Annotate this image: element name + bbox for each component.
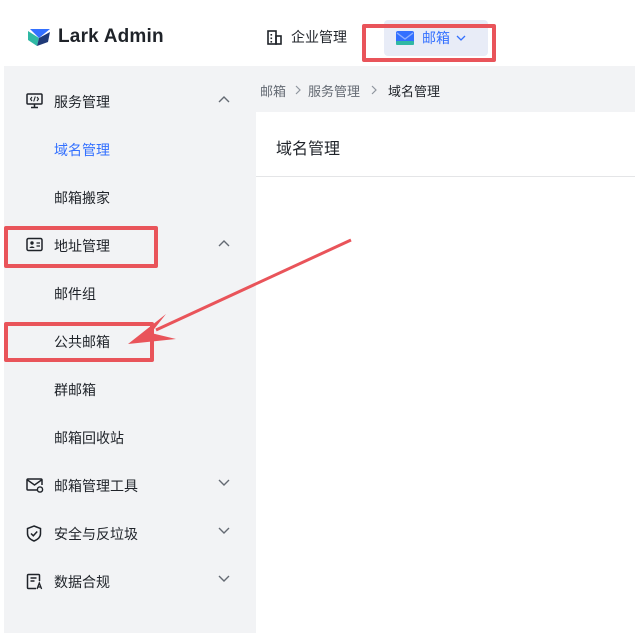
shield-check-icon	[26, 525, 42, 542]
sidebar-item-mail-migration[interactable]: 邮箱搬家	[4, 174, 256, 222]
sidebar-item-label: 域名管理	[54, 143, 110, 159]
brand-name: Lark Admin	[58, 26, 164, 47]
sidebar-item-label: 邮箱回收站	[54, 431, 124, 447]
nav-mail[interactable]: 邮箱	[384, 20, 488, 56]
sidebar-item-label: 公共邮箱	[54, 335, 110, 351]
chevron-down-icon	[218, 575, 230, 582]
sidebar-group-label: 服务管理	[54, 95, 110, 111]
chevron-down-icon	[218, 479, 230, 486]
monitor-code-icon	[26, 93, 43, 109]
chevron-down-icon	[456, 35, 466, 41]
breadcrumb-current-page: 域名管理	[388, 85, 441, 100]
data-doc-icon	[26, 573, 43, 590]
breadcrumb: 邮箱 服务管理 域名管理	[256, 66, 635, 112]
nav-enterprise-label: 企业管理	[291, 30, 347, 46]
page-title: 域名管理	[276, 139, 341, 158]
chevron-right-icon	[371, 85, 377, 95]
chevron-up-icon	[218, 240, 230, 247]
chevron-right-icon	[295, 85, 301, 95]
lark-logo-icon	[28, 29, 50, 46]
building-icon	[267, 29, 282, 45]
sidebar-group-mail-tools[interactable]: 邮箱管理工具	[4, 462, 256, 510]
nav-enterprise-management[interactable]: 企业管理	[266, 27, 347, 47]
sidebar-item-domain-management[interactable]: 域名管理	[4, 126, 256, 174]
sidebar-group-security-antispam[interactable]: 安全与反垃圾	[4, 510, 256, 558]
mail-settings-icon	[26, 478, 44, 493]
sidebar: 服务管理 域名管理 邮箱搬家 地址管理 邮件组 公共邮箱 群邮箱 邮箱回收站 邮…	[4, 66, 256, 633]
sidebar-item-label: 邮件组	[54, 287, 96, 303]
brand-logo[interactable]: Lark Admin	[26, 26, 164, 48]
sidebar-item-label: 群邮箱	[54, 383, 96, 399]
breadcrumb-service-management[interactable]: 服务管理	[308, 81, 360, 100]
sidebar-item-mailbox-recycle-bin[interactable]: 邮箱回收站	[4, 414, 256, 462]
sidebar-group-label: 邮箱管理工具	[54, 479, 138, 495]
contact-card-icon	[26, 237, 43, 252]
sidebar-item-label: 邮箱搬家	[54, 191, 110, 207]
chevron-down-icon	[218, 527, 230, 534]
top-bar: Lark Admin 企业管理 邮箱	[0, 0, 635, 66]
sidebar-group-address-management[interactable]: 地址管理	[4, 222, 256, 270]
sidebar-group-label: 安全与反垃圾	[54, 527, 138, 543]
title-divider	[256, 176, 635, 177]
sidebar-group-label: 地址管理	[54, 239, 110, 255]
sidebar-group-data-compliance[interactable]: 数据合规	[4, 558, 256, 606]
main-content: 域名管理	[256, 112, 635, 633]
sidebar-group-label: 数据合规	[54, 575, 110, 591]
sidebar-item-public-mailbox[interactable]: 公共邮箱	[4, 318, 256, 366]
sidebar-item-mail-group[interactable]: 邮件组	[4, 270, 256, 318]
mail-icon	[396, 31, 414, 45]
nav-mail-label: 邮箱	[422, 31, 450, 47]
chevron-up-icon	[218, 96, 230, 103]
breadcrumb-mail[interactable]: 邮箱	[260, 81, 286, 100]
sidebar-group-service-management[interactable]: 服务管理	[4, 78, 256, 126]
sidebar-item-group-mailbox[interactable]: 群邮箱	[4, 366, 256, 414]
